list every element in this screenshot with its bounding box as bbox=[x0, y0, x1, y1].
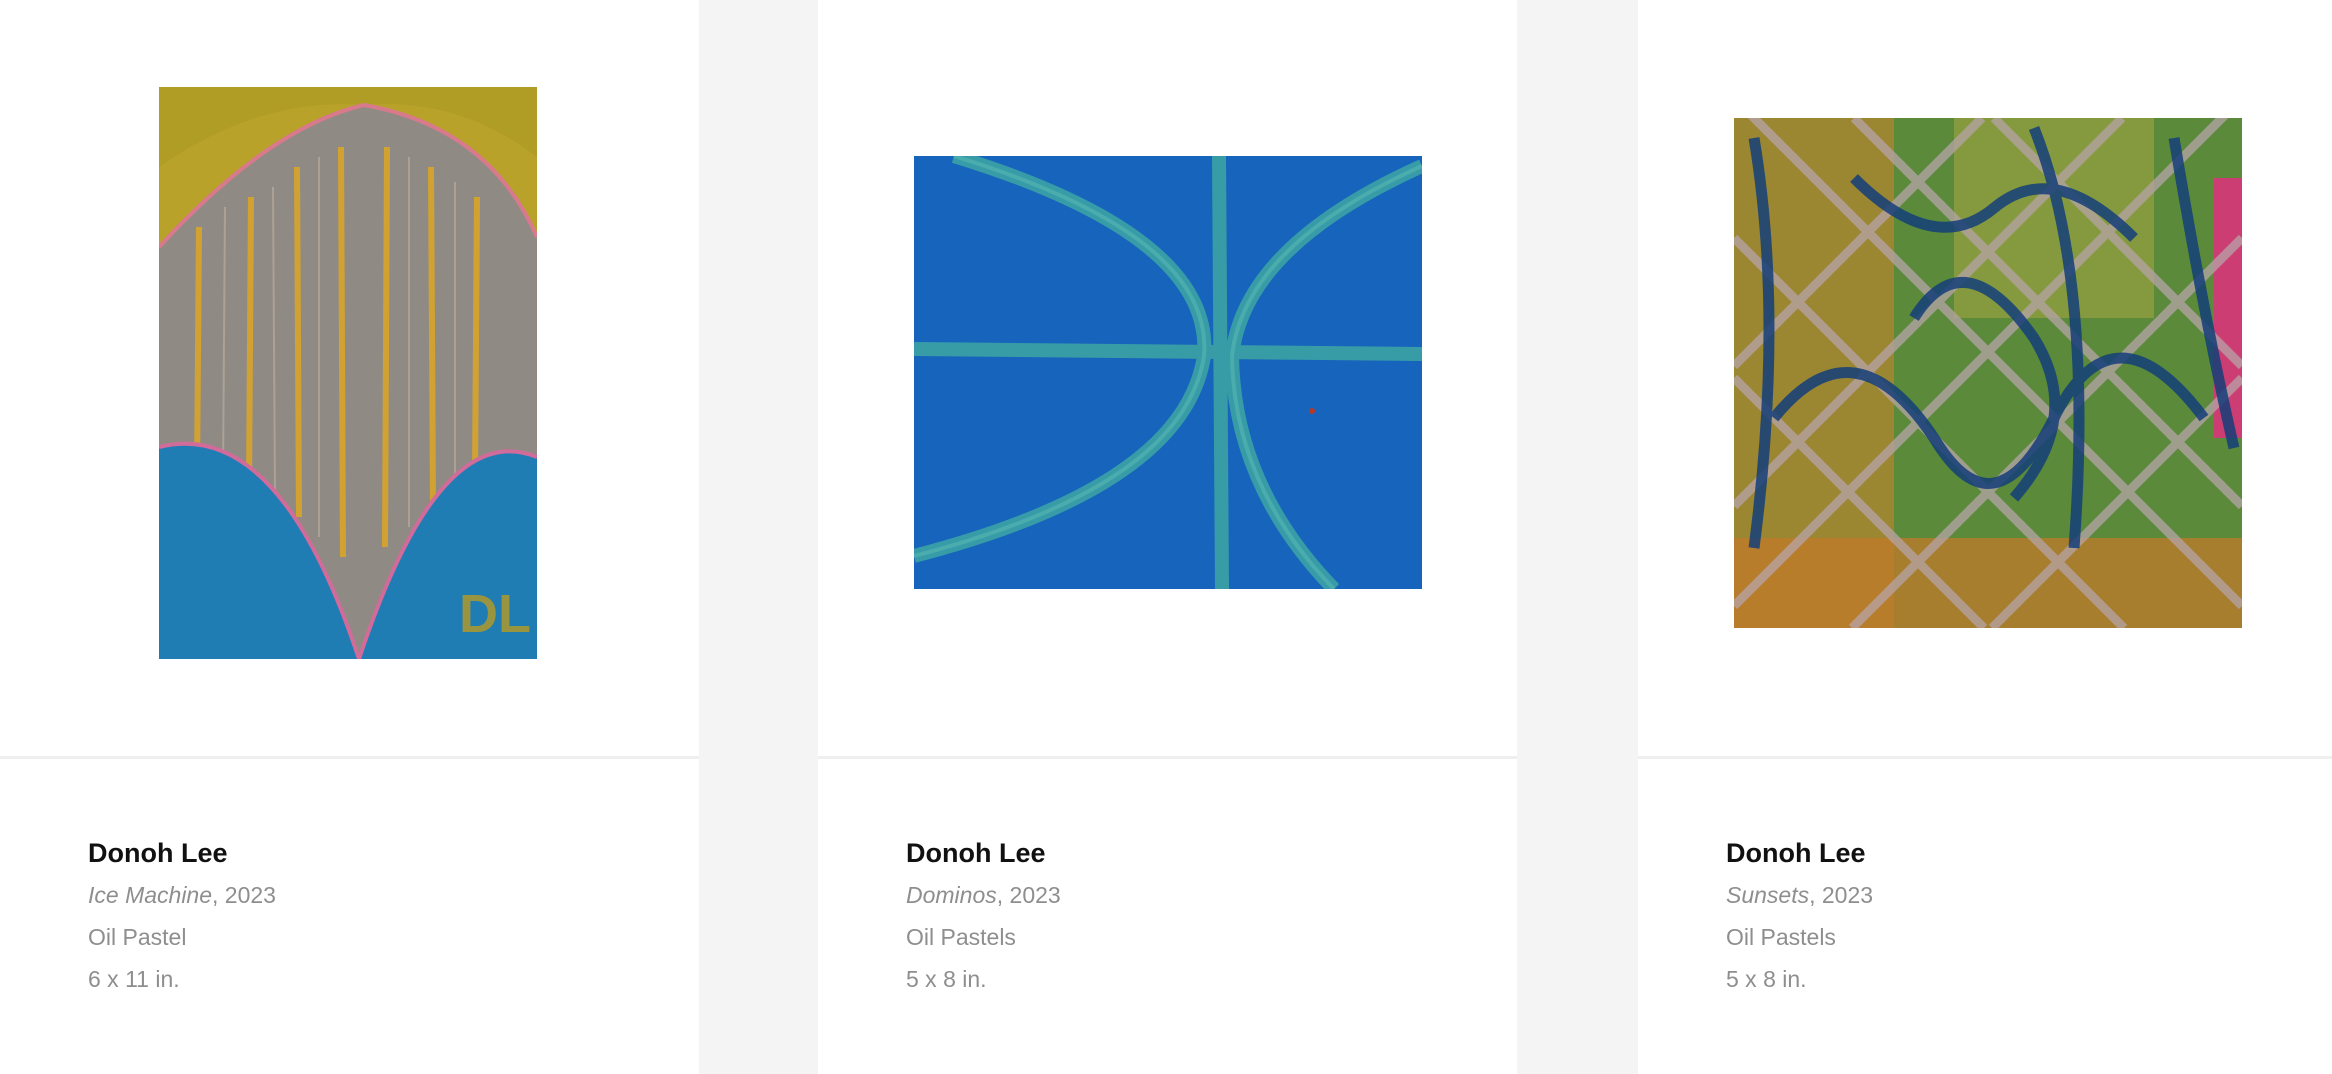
artist-name[interactable]: Donoh Lee bbox=[88, 832, 276, 874]
artwork-caption: Donoh Lee Ice Machine, 2023 Oil Pastel 6… bbox=[88, 832, 276, 1000]
artwork-dimensions: 5 x 8 in. bbox=[1726, 966, 1807, 992]
artwork-card-dominos[interactable]: Donoh Lee Dominos, 2023 Oil Pastels 5 x … bbox=[818, 0, 1517, 1074]
card-divider bbox=[0, 756, 699, 759]
artwork-image-area: DL bbox=[0, 0, 699, 756]
artwork-title-year: Dominos, 2023 bbox=[906, 874, 1061, 916]
artwork-image-area bbox=[1638, 0, 2332, 756]
artwork-medium: Oil Pastel bbox=[88, 924, 187, 950]
artist-name[interactable]: Donoh Lee bbox=[1726, 832, 1873, 874]
artwork-caption: Donoh Lee Dominos, 2023 Oil Pastels 5 x … bbox=[906, 832, 1061, 1000]
card-divider bbox=[1638, 756, 2332, 759]
artwork-title: Ice Machine bbox=[88, 882, 213, 908]
artwork-grid: DL Donoh Lee Ice Machine, 2023 Oil Paste… bbox=[0, 0, 2332, 1074]
card-divider bbox=[818, 756, 1517, 759]
artwork-image[interactable] bbox=[914, 156, 1422, 589]
artwork-year: , 2023 bbox=[996, 882, 1061, 908]
artwork-painting bbox=[914, 156, 1422, 589]
artwork-title-year: Ice Machine, 2023 bbox=[88, 874, 276, 916]
artwork-year: , 2023 bbox=[212, 882, 276, 908]
artist-name[interactable]: Donoh Lee bbox=[906, 832, 1061, 874]
artwork-medium: Oil Pastels bbox=[906, 924, 1016, 950]
artwork-painting: DL bbox=[159, 87, 537, 659]
artwork-dimensions: 5 x 8 in. bbox=[906, 966, 987, 992]
artwork-card-sunsets[interactable]: Donoh Lee Sunsets, 2023 Oil Pastels 5 x … bbox=[1638, 0, 2332, 1074]
artwork-title: Dominos bbox=[906, 882, 997, 908]
svg-text:DL: DL bbox=[459, 584, 531, 644]
artwork-caption: Donoh Lee Sunsets, 2023 Oil Pastels 5 x … bbox=[1726, 832, 1873, 1000]
artwork-title-year: Sunsets, 2023 bbox=[1726, 874, 1873, 916]
artwork-image-area bbox=[818, 0, 1517, 756]
artwork-title: Sunsets bbox=[1726, 882, 1810, 908]
artwork-dimensions: 6 x 11 in. bbox=[88, 966, 180, 992]
artwork-image[interactable]: DL bbox=[159, 87, 537, 659]
artwork-card-ice-machine[interactable]: DL Donoh Lee Ice Machine, 2023 Oil Paste… bbox=[0, 0, 699, 1074]
artwork-painting bbox=[1734, 118, 2242, 628]
artwork-year: , 2023 bbox=[1809, 882, 1874, 908]
artwork-medium: Oil Pastels bbox=[1726, 924, 1836, 950]
artwork-image[interactable] bbox=[1734, 118, 2242, 628]
